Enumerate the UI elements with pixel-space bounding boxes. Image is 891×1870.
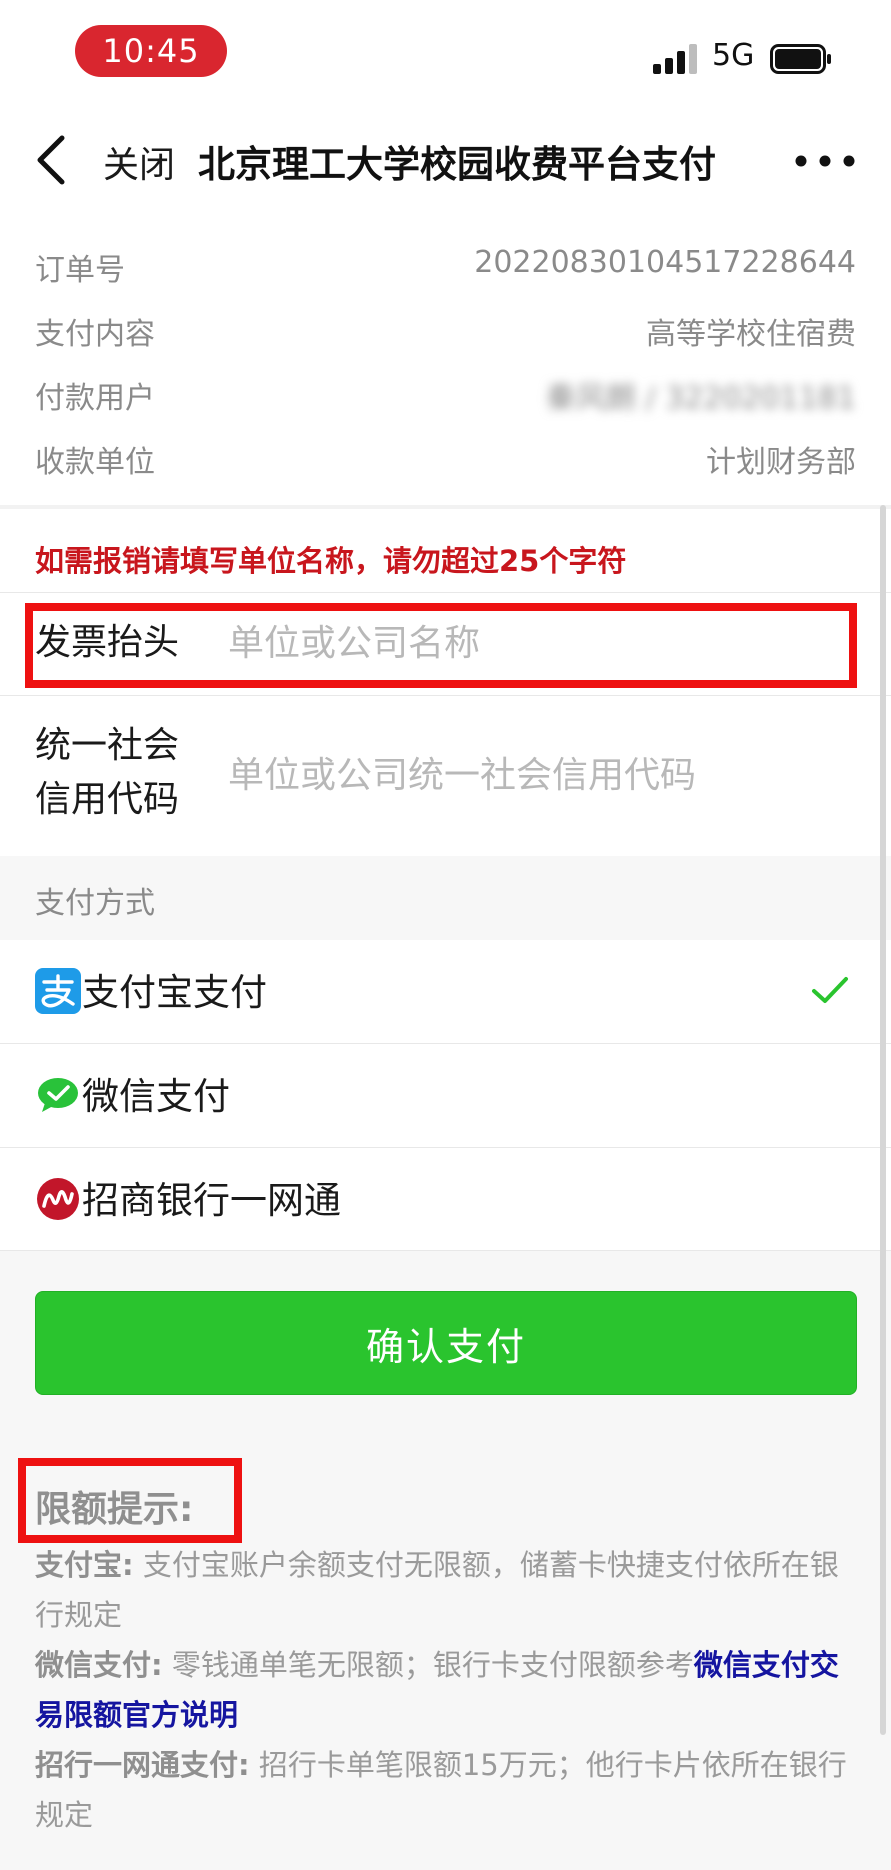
order-info: 订单号 20220830104517228644 支付内容 高等学校住宿费 付款…	[0, 225, 891, 505]
limit-alipay: 支付宝: 支付宝账户余额支付无限额，储蓄卡快捷支付依所在银行规定	[35, 1540, 850, 1640]
wechat-label: 微信支付	[82, 1075, 230, 1118]
cmb-label: 招商银行一网通	[82, 1179, 341, 1222]
more-menu-icon[interactable]	[790, 138, 860, 184]
cmb-icon	[37, 1178, 79, 1220]
pay-option-alipay[interactable]: 支付宝支付	[0, 940, 891, 1043]
divider	[0, 1250, 891, 1251]
invoice-note: 如需报销请填写单位名称，请勿超过25个字符	[35, 544, 627, 578]
confirm-pay-button[interactable]: 确认支付	[35, 1291, 857, 1395]
credit-code-input[interactable]	[228, 745, 848, 805]
limit-cmb-prefix: 招行一网通支付:	[35, 1748, 250, 1782]
scrollbar[interactable]	[880, 505, 886, 1735]
order-number-label: 订单号	[35, 253, 125, 288]
payee-row: 收款单位 计划财务部	[0, 427, 891, 483]
signal-icon	[653, 44, 697, 74]
payee-value: 计划财务部	[706, 445, 856, 480]
pay-option-cmb[interactable]: 招商银行一网通	[0, 1148, 891, 1251]
payment-method-title: 支付方式	[35, 886, 155, 921]
credit-code-label-line1: 统一社会	[35, 725, 180, 766]
payer-label: 付款用户	[35, 381, 155, 416]
alipay-label: 支付宝支付	[82, 971, 267, 1014]
order-number-value: 20220830104517228644	[474, 245, 856, 280]
payer-value: 秦风朗 / 3220201181	[545, 381, 856, 416]
alipay-icon	[35, 968, 81, 1014]
status-time: 10:45	[75, 25, 227, 77]
close-button[interactable]: 关闭	[103, 136, 175, 188]
payment-content-label: 支付内容	[35, 317, 155, 352]
payment-method-header: 支付方式	[0, 856, 891, 940]
limit-wechat-prefix: 微信支付:	[35, 1648, 163, 1682]
network-type: 5G	[712, 38, 755, 73]
page-title: 北京理工大学校园收费平台支付	[198, 143, 716, 186]
highlight-box-invoice-title	[25, 603, 857, 688]
payment-content-row: 支付内容 高等学校住宿费	[0, 299, 891, 355]
limit-wechat: 微信支付: 零钱通单笔无限额；银行卡支付限额参考微信支付交易限额官方说明	[35, 1640, 850, 1740]
payment-content-value: 高等学校住宿费	[646, 317, 856, 352]
divider	[0, 695, 891, 696]
highlight-box-limit-title	[18, 1458, 242, 1543]
back-chevron-icon[interactable]	[32, 134, 72, 186]
limit-wechat-text: 零钱通单笔无限额；银行卡支付限额参考	[171, 1648, 694, 1682]
nav-bar: 关闭 北京理工大学校园收费平台支付	[0, 110, 891, 210]
order-number-row: 订单号 20220830104517228644	[0, 235, 891, 291]
wechat-icon	[38, 1078, 78, 1112]
payee-label: 收款单位	[35, 445, 155, 480]
limit-alipay-prefix: 支付宝:	[35, 1548, 134, 1582]
section-gap	[0, 505, 891, 509]
status-bar: 10:45 5G	[0, 0, 891, 110]
check-icon	[812, 977, 848, 1003]
battery-icon	[770, 44, 831, 74]
limit-cmb: 招行一网通支付: 招行卡单笔限额15万元；他行卡片依所在银行规定	[35, 1740, 850, 1840]
pay-option-wechat[interactable]: 微信支付	[0, 1044, 891, 1147]
payer-row: 付款用户 秦风朗 / 3220201181	[0, 363, 891, 419]
credit-code-label-line2: 信用代码	[35, 779, 180, 820]
divider	[0, 592, 891, 593]
limit-alipay-text: 支付宝账户余额支付无限额，储蓄卡快捷支付依所在银行规定	[35, 1548, 839, 1632]
